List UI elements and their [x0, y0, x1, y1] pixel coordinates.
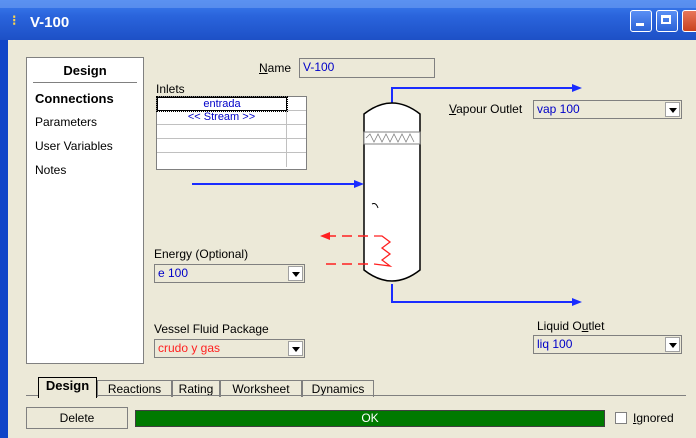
ignored-label[interactable]: Ignored [633, 411, 674, 425]
delete-button[interactable]: Delete [26, 407, 128, 429]
energy-arrow-icon [320, 232, 330, 240]
maximize-icon[interactable] [656, 10, 678, 32]
liquid-outlet-value: liq 100 [537, 337, 573, 351]
ignored-checkbox[interactable] [615, 412, 627, 424]
title-bar-strip [0, 0, 696, 8]
inlet-arrow-icon [354, 180, 364, 188]
nav-item-user-variables[interactable]: User Variables [35, 139, 113, 153]
name-label-text: ame [267, 61, 292, 75]
liquid-outlet-arrow-icon [572, 298, 582, 306]
chevron-down-icon[interactable] [665, 337, 680, 352]
vapour-outlet-select[interactable]: vap 100 [533, 100, 682, 119]
separator-vessel-body [363, 102, 421, 282]
vapour-outlet-arrow-icon [572, 84, 582, 92]
design-page-nav: Design Connections Parameters User Varia… [26, 57, 144, 364]
chevron-down-icon[interactable] [288, 341, 303, 356]
energy-label-text: y (Optional) [186, 247, 249, 261]
nav-item-connections[interactable]: Connections [35, 91, 114, 106]
name-input[interactable]: V-100 [299, 58, 435, 78]
vapour-outlet-label-text: apour Outlet [456, 102, 523, 116]
nav-item-notes[interactable]: Notes [35, 163, 66, 177]
energy-select[interactable]: e 100 [154, 264, 305, 283]
fluid-package-select[interactable]: crudo y gas [154, 339, 305, 358]
name-label-accel: N [259, 61, 268, 75]
vapour-outlet-label: Vapour Outlet [449, 102, 522, 116]
nav-item-parameters[interactable]: Parameters [35, 115, 97, 129]
window-title: V-100 [30, 14, 70, 31]
nav-divider [33, 82, 137, 83]
energy-label: Energy (Optional) [154, 247, 248, 261]
page-tab-bar: Design Reactions Rating Worksheet Dynami… [26, 372, 686, 398]
liquid-outlet-label-pre: Liquid O [537, 319, 582, 333]
liquid-outlet-label: Liquid Outlet [537, 319, 604, 333]
hysys-app-icon[interactable]: ⁝ [12, 12, 26, 28]
status-bar: OK [135, 410, 605, 427]
fluid-package-value: crudo y gas [158, 341, 221, 355]
nav-header: Design [63, 63, 107, 78]
tab-bar-divider [26, 395, 686, 396]
tab-design[interactable]: Design [38, 377, 97, 398]
ignored-label-text: gnored [636, 411, 674, 425]
energy-value: e 100 [158, 266, 189, 280]
energy-label-pre: Ener [154, 247, 180, 261]
liquid-outlet-stream-line [391, 284, 572, 303]
vapour-outlet-value: vap 100 [537, 102, 580, 116]
name-label: Name [259, 61, 291, 75]
chevron-down-icon[interactable] [288, 266, 303, 281]
chevron-down-icon[interactable] [665, 102, 680, 117]
fluid-package-label: Vessel Fluid Package [154, 322, 269, 336]
liquid-outlet-select[interactable]: liq 100 [533, 335, 682, 354]
close-icon[interactable] [682, 10, 696, 32]
liquid-outlet-label-text: tlet [588, 319, 605, 333]
minimize-icon[interactable] [630, 10, 652, 32]
